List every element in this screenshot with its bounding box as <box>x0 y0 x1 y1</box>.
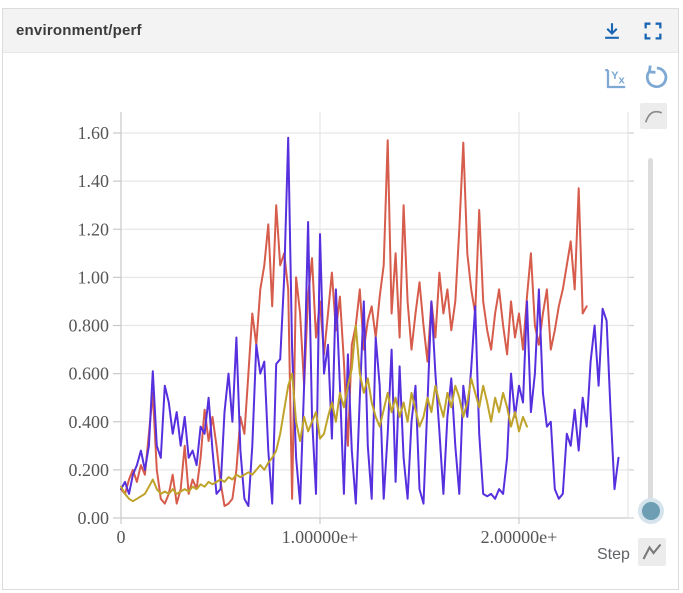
y-tick-label: 1.40 <box>78 171 110 191</box>
fit-axis-button[interactable]: Y x <box>601 65 628 95</box>
smoothing-slider-track[interactable] <box>648 158 653 510</box>
fit-axis-icon: Y x <box>605 68 625 89</box>
line-chart-toggle[interactable] <box>638 538 666 566</box>
x-tick-label: 1.00000e+ <box>282 527 359 547</box>
svg-text:x: x <box>618 75 625 87</box>
restore-icon <box>645 65 668 89</box>
x-tick-label: 0 <box>117 527 126 547</box>
smoothing-slider-thumb-inner <box>642 502 660 520</box>
series-line-red <box>120 139 588 507</box>
smoothing-slider-thumb[interactable] <box>638 498 664 524</box>
y-tick-label: 0.200 <box>69 460 110 480</box>
restore-button[interactable] <box>641 63 669 94</box>
y-tick-label: 1.60 <box>78 123 110 143</box>
y-tick-label: 0.600 <box>69 364 110 384</box>
smoothing-toggle[interactable] <box>640 103 667 129</box>
line-chart-icon <box>642 543 662 560</box>
y-tick-label: 0.00 <box>78 508 110 528</box>
y-tick-label: 1.00 <box>78 267 110 287</box>
line-chart-plot[interactable]: 0.00 0.200 0.400 0.600 0.800 1.00 1.20 1.40 1.60… <box>0 0 683 593</box>
y-tick-label: 1.20 <box>78 219 110 239</box>
x-axis-title: Step <box>597 546 630 563</box>
y-tick-label: 0.400 <box>69 412 110 432</box>
y-tick-label: 0.800 <box>69 316 110 336</box>
smoothing-curve-icon <box>644 110 663 123</box>
series-line-blue <box>120 136 620 507</box>
x-tick-label: 2.00000e+ <box>481 527 558 547</box>
